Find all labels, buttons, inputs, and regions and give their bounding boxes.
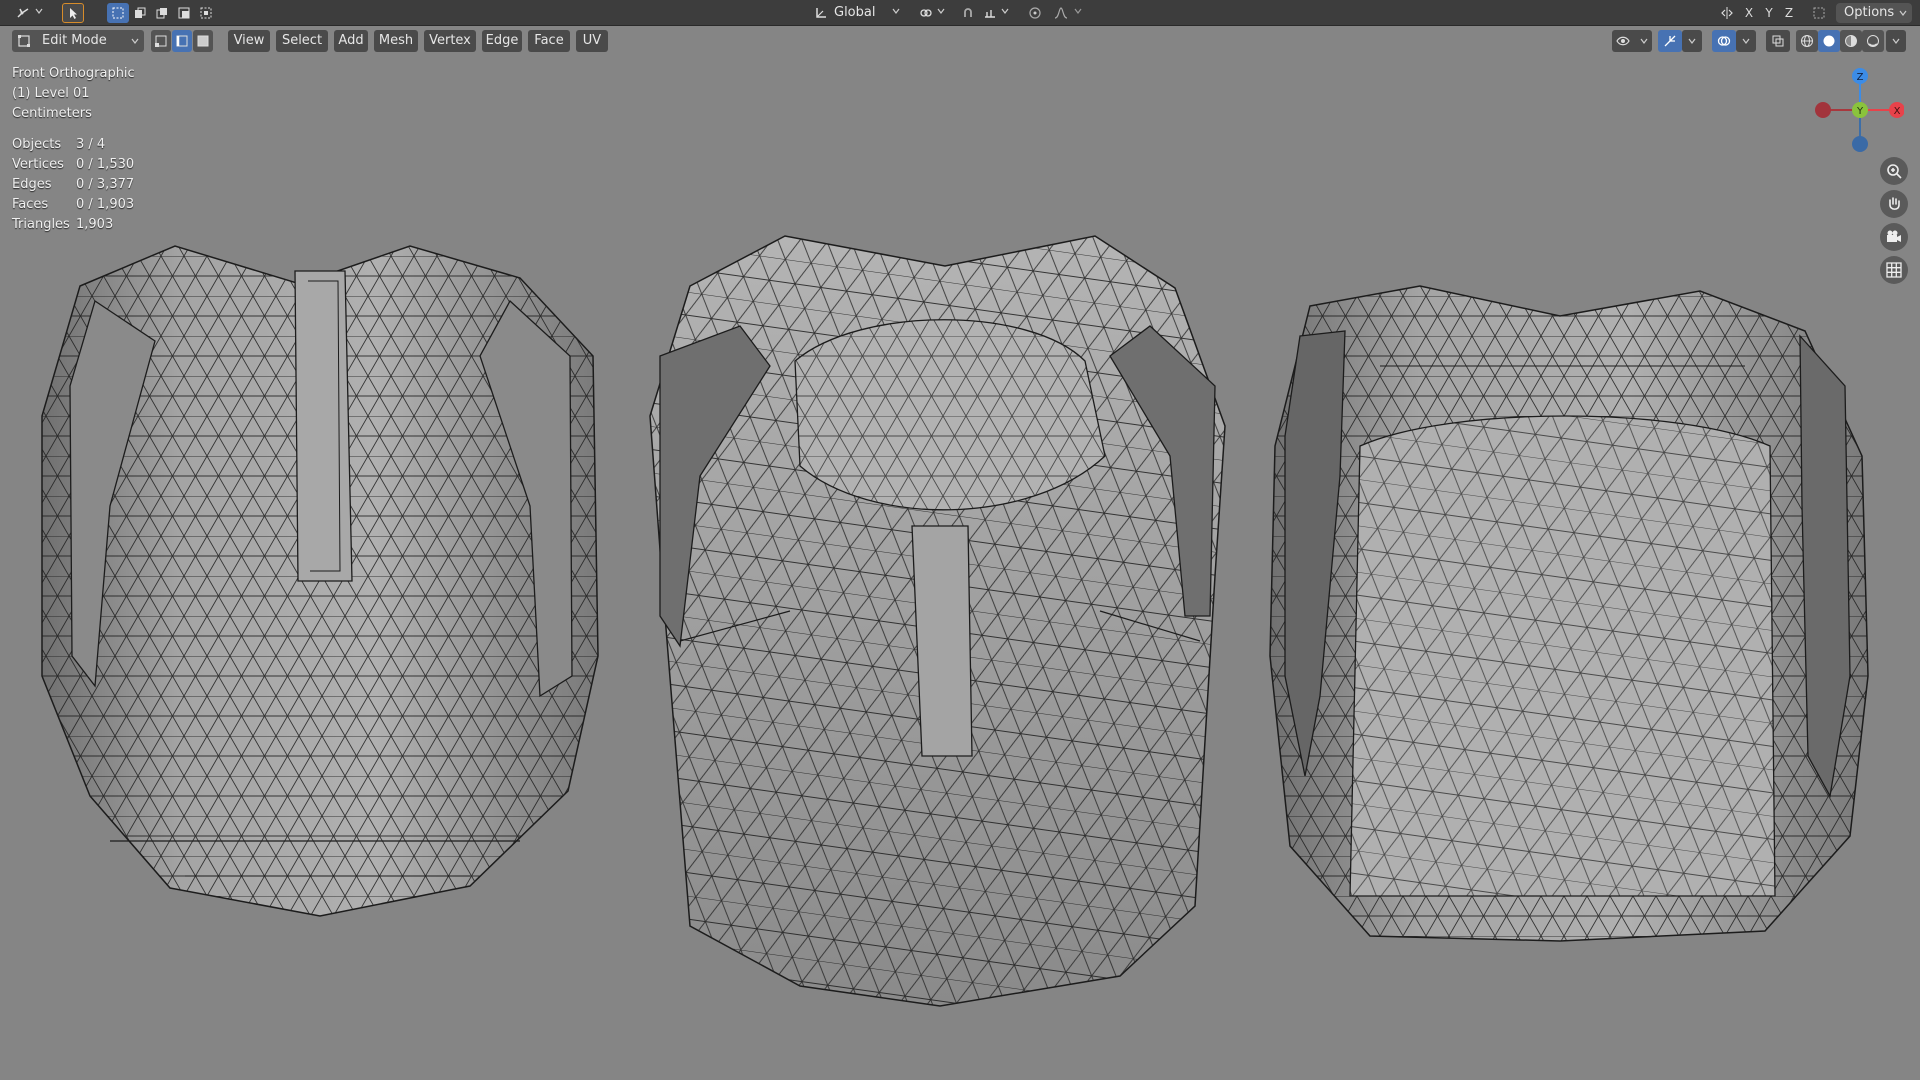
menu-edge[interactable]: Edge [482, 30, 522, 52]
tool-header: Global X Y Z Options [0, 0, 1920, 26]
edge-select-mode-icon[interactable] [172, 30, 192, 52]
stat-label: Edges [12, 177, 52, 192]
mode-dropdown[interactable]: Edit Mode [12, 30, 144, 52]
navigation-gizmo[interactable]: Z X Y [1806, 62, 1904, 158]
chevron-down-icon [131, 38, 139, 44]
eye-icon [1616, 36, 1630, 46]
collection-name: (1) Level 01 [12, 86, 90, 101]
mirror-x-toggle[interactable]: X [1740, 4, 1758, 22]
menu-uv[interactable]: UV [576, 30, 608, 52]
visibility-dropdown[interactable] [1612, 30, 1652, 52]
menu-mesh[interactable]: Mesh [374, 30, 418, 52]
camera-icon[interactable] [1880, 223, 1908, 251]
menu-vertex[interactable]: Vertex [424, 30, 476, 52]
snap-icon[interactable] [957, 3, 979, 23]
stat-label: Objects [12, 137, 62, 152]
options-label: Options [1844, 5, 1895, 20]
stat-label: Vertices [12, 157, 64, 172]
gizmo-y-label: Y [1856, 106, 1864, 117]
zoom-icon[interactable] [1880, 157, 1908, 185]
backpack-mesh-back[interactable] [41, 245, 599, 917]
chevron-down-icon [1001, 8, 1009, 14]
statistics-overlay: Objects 3 / 4 Vertices 0 / 1,530 Edges 0 / … [12, 135, 134, 235]
stat-value: 0 / 1,903 [76, 197, 135, 212]
menu-select[interactable]: Select [276, 30, 328, 52]
menu-add[interactable]: Add [334, 30, 368, 52]
stat-label: Triangles [12, 217, 70, 232]
chevron-down-icon [937, 8, 945, 14]
stat-row: Faces 0 / 1,903 [12, 195, 134, 215]
stat-row: Vertices 0 / 1,530 [12, 155, 134, 175]
stat-row: Objects 3 / 4 [12, 135, 134, 155]
stat-label: Faces [12, 197, 49, 212]
grid-icon[interactable] [1880, 256, 1908, 284]
mirror-y-toggle[interactable]: Y [1760, 4, 1778, 22]
gizmo-toggle-icon[interactable] [1658, 30, 1682, 52]
rendered-shading-icon[interactable] [1862, 30, 1884, 52]
pan-icon[interactable] [1880, 190, 1908, 218]
orientation-label: Global [834, 5, 876, 20]
gizmo-neg-x[interactable] [1815, 102, 1831, 118]
chevron-down-icon [35, 8, 43, 14]
overlay-dropdown[interactable] [1736, 30, 1756, 52]
overlay-toggle-icon[interactable] [1712, 30, 1736, 52]
select-invert-icon[interactable] [173, 3, 195, 23]
backpack-mesh-side[interactable] [1269, 285, 1869, 942]
snap-target-icon[interactable] [979, 3, 1001, 23]
select-subtract-icon[interactable] [151, 3, 173, 23]
menu-face[interactable]: Face [528, 30, 570, 52]
xray-icon[interactable] [1766, 30, 1790, 52]
view-name: Front Orthographic [12, 66, 135, 81]
stat-value: 3 / 4 [76, 137, 106, 152]
stat-value: 0 / 1,530 [76, 157, 135, 172]
proportional-icon[interactable] [1024, 3, 1046, 23]
shading-dropdown[interactable] [1886, 30, 1906, 52]
auto-merge-icon[interactable] [1808, 3, 1830, 23]
backpack-mesh-front[interactable] [649, 235, 1226, 1007]
stat-row: Triangles 1,903 [12, 215, 134, 235]
solid-shading-icon[interactable] [1818, 30, 1840, 52]
viewport-header: Edit Mode View Select Add Mesh Vertex Ed… [0, 27, 1920, 55]
units-label: Centimeters [12, 106, 92, 121]
chevron-down-icon [1074, 8, 1082, 14]
chevron-down-icon [1640, 38, 1648, 44]
falloff-icon[interactable] [1050, 3, 1072, 23]
mirror-z-toggle[interactable]: Z [1780, 4, 1798, 22]
options-dropdown[interactable]: Options [1836, 3, 1912, 23]
chevron-down-icon [1742, 38, 1750, 44]
transform-orientation-icon [810, 3, 832, 23]
mirror-icon[interactable] [1716, 3, 1738, 23]
wireframe-shading-icon[interactable] [1796, 30, 1818, 52]
gizmo-z-label: Z [1857, 72, 1864, 83]
viewport-info: Front Orthographic (1) Level 01 Centimet… [12, 64, 135, 124]
select-box-new-icon[interactable] [107, 3, 129, 23]
select-tool-icon[interactable] [62, 3, 84, 23]
stat-value: 1,903 [76, 217, 114, 232]
select-intersect-icon[interactable] [195, 3, 217, 23]
select-extend-icon[interactable] [129, 3, 151, 23]
mode-label: Edit Mode [42, 33, 107, 48]
gizmo-x-label: X [1894, 106, 1901, 117]
edit-mode-icon [18, 35, 30, 47]
chevron-down-icon [1892, 38, 1900, 44]
chevron-down-icon [892, 8, 900, 14]
transform-pivot-icon[interactable] [915, 3, 937, 23]
chevron-down-icon [1688, 38, 1696, 44]
stat-value: 0 / 3,377 [76, 177, 135, 192]
stat-row: Edges 0 / 3,377 [12, 175, 134, 195]
menu-view[interactable]: View [228, 30, 270, 52]
3d-viewport[interactable] [0, 56, 1920, 1080]
face-select-mode-icon[interactable] [193, 30, 213, 52]
editor-type-icon[interactable] [12, 3, 34, 23]
material-shading-icon[interactable] [1840, 30, 1862, 52]
gizmo-neg-z[interactable] [1852, 136, 1868, 152]
vertex-select-mode-icon[interactable] [151, 30, 171, 52]
chevron-down-icon [1899, 10, 1907, 16]
gizmo-dropdown[interactable] [1682, 30, 1702, 52]
